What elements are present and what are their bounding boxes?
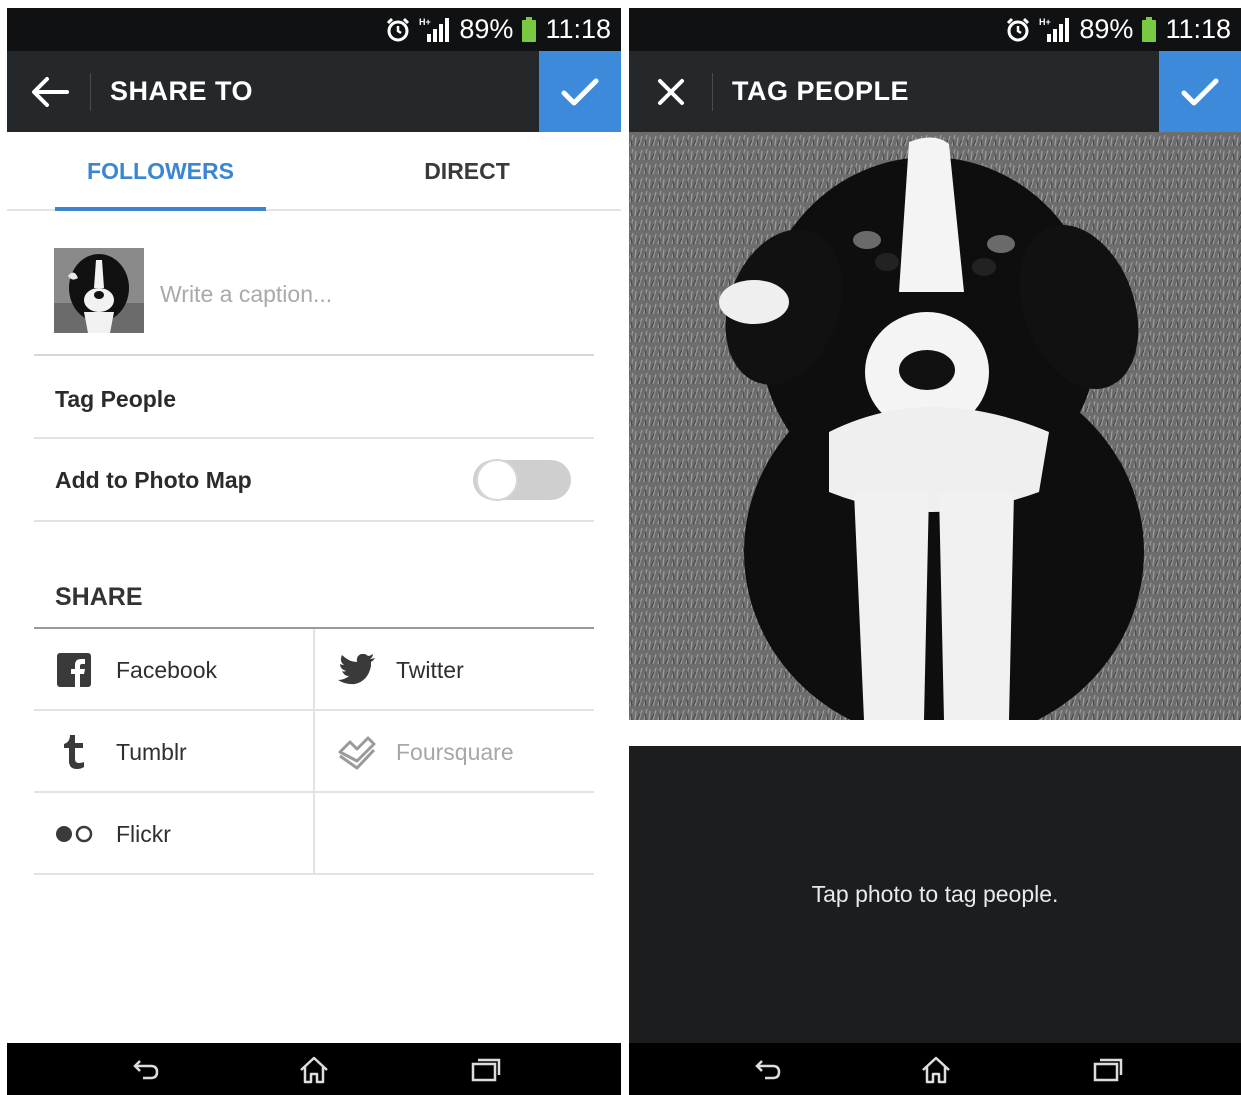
share-confirm-button[interactable] bbox=[539, 51, 621, 132]
photo-map-row: Add to Photo Map bbox=[34, 440, 594, 522]
tag-people-screen: H+ 89% 11:18 TAG PEOPLE Tap photo to tag… bbox=[629, 8, 1241, 1095]
back-button[interactable] bbox=[7, 51, 91, 132]
flickr-icon bbox=[56, 825, 93, 843]
caption-input[interactable] bbox=[160, 274, 560, 314]
android-nav-bar bbox=[7, 1043, 621, 1095]
tab-followers[interactable]: FOLLOWERS bbox=[55, 132, 266, 209]
page-title: SHARE TO bbox=[110, 76, 254, 106]
photo-map-label: Add to Photo Map bbox=[55, 467, 252, 493]
back-arrow-icon bbox=[32, 76, 69, 107]
battery-percent: 89% bbox=[1079, 14, 1134, 44]
nav-home-icon[interactable] bbox=[919, 1055, 953, 1085]
tumblr-icon bbox=[64, 735, 84, 769]
share-target-label: Twitter bbox=[396, 657, 464, 683]
share-targets-grid: Facebook Twitter Tumblr Foursquare Flick… bbox=[34, 629, 594, 877]
share-target-label: Foursquare bbox=[396, 739, 514, 765]
alarm-icon bbox=[387, 17, 410, 41]
facebook-icon bbox=[57, 653, 91, 687]
clock: 11:18 bbox=[1165, 14, 1231, 44]
share-facebook[interactable]: Facebook bbox=[34, 629, 315, 711]
tag-people-label: Tag People bbox=[55, 386, 176, 412]
active-tab-indicator bbox=[55, 207, 266, 211]
checkmark-icon bbox=[1181, 78, 1219, 105]
share-section-heading: SHARE bbox=[55, 583, 143, 611]
nav-back-icon[interactable] bbox=[129, 1055, 163, 1085]
tag-people-row[interactable]: Tag People bbox=[34, 360, 594, 439]
topbar-divider bbox=[90, 73, 91, 111]
photo-bottom-band bbox=[629, 720, 1241, 746]
alarm-icon bbox=[1007, 17, 1030, 41]
nav-recents-icon[interactable] bbox=[469, 1055, 503, 1085]
twitter-icon bbox=[338, 654, 375, 685]
svg-text:H+: H+ bbox=[419, 17, 431, 27]
tag-confirm-button[interactable] bbox=[1159, 51, 1241, 132]
audience-tabs: FOLLOWERS DIRECT bbox=[7, 132, 621, 211]
caption-row bbox=[34, 238, 594, 356]
share-empty-cell bbox=[315, 793, 594, 875]
status-bar: H+ 89% 11:18 bbox=[7, 8, 621, 51]
share-tumblr[interactable]: Tumblr bbox=[34, 711, 315, 793]
close-icon bbox=[658, 78, 684, 105]
battery-icon bbox=[1142, 16, 1157, 42]
top-bar: TAG PEOPLE bbox=[629, 51, 1241, 132]
share-to-screen: H+ 89% 11:18 SHARE TO FOLLOWERS DIRECT W… bbox=[7, 8, 621, 1095]
nav-recents-icon[interactable] bbox=[1091, 1055, 1125, 1085]
taggable-photo[interactable] bbox=[629, 132, 1241, 720]
battery-percent: 89% bbox=[459, 14, 514, 44]
checkmark-icon bbox=[561, 78, 599, 105]
share-foursquare[interactable]: Foursquare bbox=[315, 711, 594, 793]
share-target-label: Tumblr bbox=[116, 739, 187, 765]
share-target-label: Flickr bbox=[116, 821, 171, 847]
share-twitter[interactable]: Twitter bbox=[315, 629, 594, 711]
share-target-label: Facebook bbox=[116, 657, 218, 683]
page-title: TAG PEOPLE bbox=[732, 76, 910, 106]
foursquare-icon bbox=[338, 736, 376, 770]
photo-thumbnail bbox=[54, 248, 144, 333]
battery-icon bbox=[522, 16, 537, 42]
close-button[interactable] bbox=[629, 51, 713, 132]
tab-direct[interactable]: DIRECT bbox=[367, 132, 567, 209]
clock: 11:18 bbox=[545, 14, 611, 44]
nav-home-icon[interactable] bbox=[297, 1055, 331, 1085]
share-flickr[interactable]: Flickr bbox=[34, 793, 315, 875]
photo-map-toggle[interactable] bbox=[471, 454, 573, 506]
signal-icon: H+ bbox=[419, 17, 450, 42]
top-bar: SHARE TO bbox=[7, 51, 621, 132]
android-nav-bar bbox=[629, 1043, 1241, 1095]
signal-icon: H+ bbox=[1039, 17, 1070, 42]
topbar-divider bbox=[712, 73, 713, 111]
status-bar: H+ 89% 11:18 bbox=[629, 8, 1241, 51]
tag-hint-text: Tap photo to tag people. bbox=[811, 881, 1059, 907]
nav-back-icon[interactable] bbox=[751, 1055, 785, 1085]
svg-text:H+: H+ bbox=[1039, 17, 1051, 27]
